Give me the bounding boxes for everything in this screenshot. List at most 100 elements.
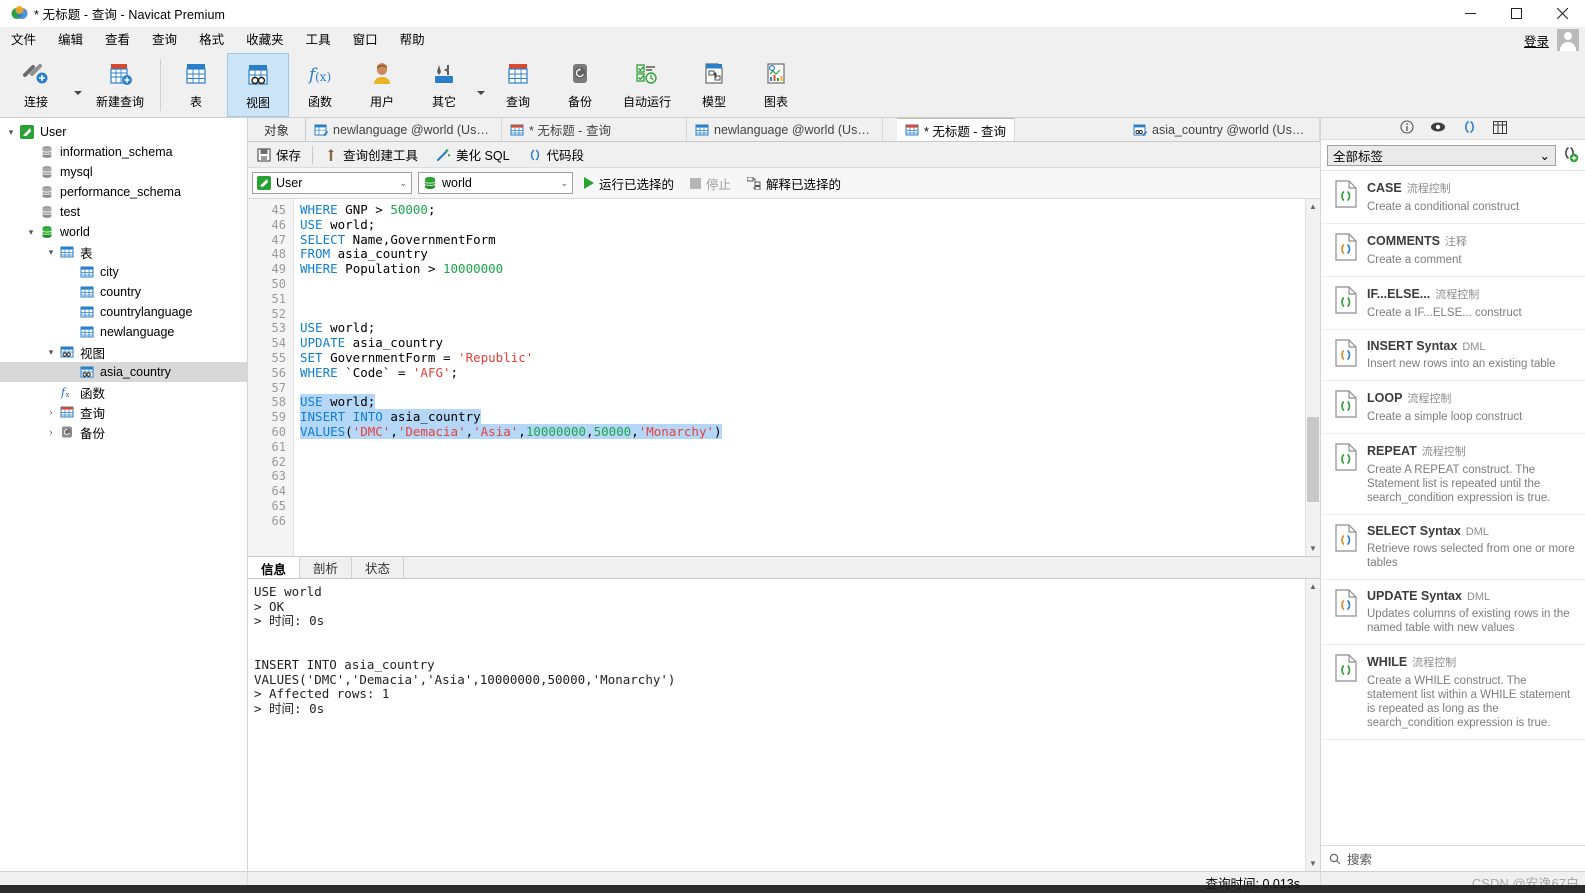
document-tab[interactable]: asia_country @world (User) ...: [1125, 118, 1320, 141]
code-line[interactable]: [300, 469, 1305, 484]
scroll-track[interactable]: [1306, 214, 1320, 541]
code-line[interactable]: [300, 440, 1305, 455]
toolbar-function[interactable]: f (x) 函数: [289, 53, 351, 117]
connection-select[interactable]: User ⌄: [252, 172, 412, 194]
eye-icon[interactable]: [1430, 121, 1446, 136]
menu-tools[interactable]: 工具: [295, 27, 342, 53]
chevron-down-icon[interactable]: ▾: [24, 227, 38, 238]
code-line[interactable]: FROM asia_country: [300, 246, 1305, 262]
code-line[interactable]: [300, 381, 1305, 396]
menu-view[interactable]: 查看: [94, 27, 141, 53]
snippet-item[interactable]: COMMENTS 注释 Create a comment: [1321, 224, 1585, 277]
minimize-button[interactable]: [1447, 0, 1493, 27]
toolbar-table[interactable]: 表: [165, 53, 227, 117]
code-line[interactable]: USE world;: [300, 320, 1305, 336]
tree-node[interactable]: ▾ world: [0, 222, 247, 242]
tree-node[interactable]: city: [0, 262, 247, 282]
code-line[interactable]: SELECT Name,GovernmentForm: [300, 232, 1305, 248]
object-tree[interactable]: ▾ User information_schema mysql performance_…: [0, 118, 247, 442]
tree-node[interactable]: information_schema: [0, 142, 247, 162]
scroll-thumb[interactable]: [1307, 416, 1319, 502]
scroll-up-arrow-icon[interactable]: ▲: [1306, 199, 1320, 214]
code-line[interactable]: [300, 455, 1305, 470]
other-dropdown-caret-icon[interactable]: [475, 53, 487, 117]
save-button[interactable]: 保存: [248, 143, 310, 167]
database-select[interactable]: world ⌄: [418, 172, 573, 194]
snippet-list[interactable]: CASE 流程控制 Create a conditional construct CO…: [1321, 170, 1585, 845]
tree-node[interactable]: ▾ 视图: [0, 342, 247, 362]
toolbar-backup[interactable]: 备份: [549, 53, 611, 117]
code-line[interactable]: USE world;: [300, 394, 1305, 410]
menu-window[interactable]: 窗口: [342, 27, 389, 53]
info-icon[interactable]: [1399, 120, 1414, 137]
sql-code-area[interactable]: WHERE GNP > 50000; USE world; SELECT Name,…: [294, 199, 1305, 556]
menu-file[interactable]: 文件: [0, 27, 47, 53]
connection-dropdown-caret-icon[interactable]: [72, 53, 84, 117]
menu-query[interactable]: 查询: [141, 27, 188, 53]
scroll-track[interactable]: [1306, 594, 1320, 856]
code-line[interactable]: [300, 514, 1305, 529]
explain-selected-button[interactable]: 解释已选择的: [742, 171, 846, 195]
sql-editor[interactable]: 45 46 47 48 49 50 51 52 53 54 55 56 57 58 59 60 61 62 63 64…: [248, 198, 1320, 556]
beautify-sql-button[interactable]: 美化 SQL: [427, 143, 519, 167]
add-snippet-icon[interactable]: [1561, 145, 1579, 166]
results-vertical-scrollbar[interactable]: ▲ ▼: [1305, 579, 1320, 871]
code-line[interactable]: [300, 277, 1305, 292]
code-line[interactable]: UPDATE asia_country: [300, 335, 1305, 351]
code-line[interactable]: [300, 307, 1305, 322]
code-line[interactable]: WHERE GNP > 50000;: [300, 202, 1305, 218]
snippet-item[interactable]: WHILE 流程控制 Create a WHILE construct. The s…: [1321, 645, 1585, 740]
chevron-right-icon[interactable]: ›: [44, 427, 58, 437]
tree-node[interactable]: › 备份: [0, 422, 247, 442]
tree-node[interactable]: test: [0, 202, 247, 222]
tree-node[interactable]: country: [0, 282, 247, 302]
avatar[interactable]: [1557, 29, 1579, 51]
code-snippet-icon[interactable]: [1462, 120, 1477, 137]
snippet-item[interactable]: IF...ELSE... 流程控制 Create a IF...ELSE... co…: [1321, 277, 1585, 330]
menu-format[interactable]: 格式: [188, 27, 235, 53]
tree-node[interactable]: countrylanguage: [0, 302, 247, 322]
login-link[interactable]: 登录: [1524, 31, 1549, 50]
snippet-item[interactable]: LOOP 流程控制 Create a simple loop construct: [1321, 381, 1585, 434]
code-line[interactable]: SET GovernmentForm = 'Republic': [300, 350, 1305, 366]
toolbar-model[interactable]: 模型: [683, 53, 745, 117]
query-builder-button[interactable]: 查询创建工具: [315, 143, 427, 167]
tab-objects[interactable]: 对象: [248, 118, 306, 141]
document-tab[interactable]: newlanguage @world (User...: [306, 118, 502, 141]
maximize-button[interactable]: [1493, 0, 1539, 27]
code-line[interactable]: [300, 484, 1305, 499]
toolbar-automation[interactable]: 自动运行: [611, 53, 683, 117]
document-tab[interactable]: newlanguage @world (User...: [687, 118, 883, 141]
code-line[interactable]: VALUES('DMC','Demacia','Asia',10000000,5…: [300, 423, 1305, 440]
snippet-item[interactable]: INSERT Syntax DML Insert new rows into an …: [1321, 330, 1585, 381]
toolbar-user[interactable]: 用户: [351, 53, 413, 117]
snippet-item[interactable]: CASE 流程控制 Create a conditional construct: [1321, 171, 1585, 224]
tree-node[interactable]: f x 函数: [0, 382, 247, 402]
tree-node[interactable]: › 查询: [0, 402, 247, 422]
snippet-item[interactable]: REPEAT 流程控制 Create A REPEAT construct. The…: [1321, 434, 1585, 515]
snippet-search-row[interactable]: 搜索: [1321, 845, 1585, 871]
toolbar-query[interactable]: 查询: [487, 53, 549, 117]
snippet-item[interactable]: SELECT Syntax DML Retrieve rows selected f…: [1321, 515, 1585, 580]
scroll-down-arrow-icon[interactable]: ▼: [1306, 541, 1320, 556]
toolbar-view[interactable]: 视图: [227, 53, 289, 117]
chevron-down-icon[interactable]: ▾: [4, 127, 18, 138]
tree-node[interactable]: mysql: [0, 162, 247, 182]
tree-node[interactable]: ▾ 表: [0, 242, 247, 262]
code-line[interactable]: WHERE `Code` = 'AFG';: [300, 365, 1305, 381]
toolbar-chart[interactable]: 图表: [745, 53, 807, 117]
code-line[interactable]: [300, 292, 1305, 307]
chevron-down-icon[interactable]: ▾: [44, 247, 58, 258]
tree-node[interactable]: asia_country: [0, 362, 247, 382]
editor-vertical-scrollbar[interactable]: ▲ ▼: [1305, 199, 1320, 556]
menu-edit[interactable]: 编辑: [47, 27, 94, 53]
code-line[interactable]: [300, 499, 1305, 514]
chevron-right-icon[interactable]: ›: [44, 407, 58, 417]
document-tab[interactable]: * 无标题 - 查询: [502, 118, 687, 141]
toolbar-other[interactable]: 其它: [413, 53, 475, 117]
results-tab[interactable]: 信息: [248, 557, 301, 578]
code-line[interactable]: USE world;: [300, 217, 1305, 233]
tree-node[interactable]: ▾ User: [0, 122, 247, 142]
toolbar-new-query[interactable]: 新建查询: [84, 53, 156, 117]
tag-filter-select[interactable]: 全部标签 ⌄: [1327, 144, 1556, 166]
